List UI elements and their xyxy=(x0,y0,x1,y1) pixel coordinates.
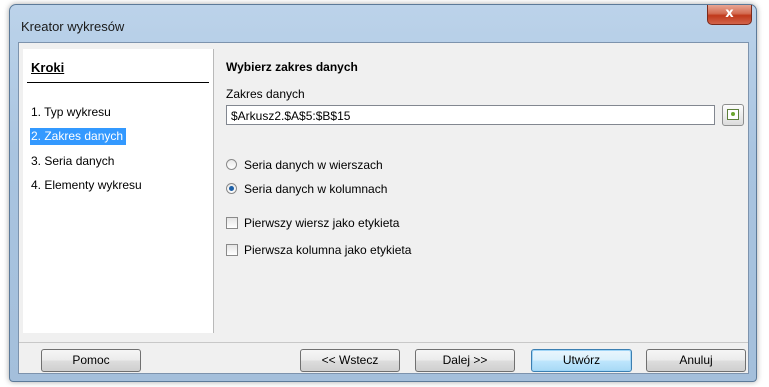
step-data-range[interactable]: 2. Zakres danych xyxy=(30,128,127,145)
select-range-button[interactable] xyxy=(722,104,744,126)
radio-icon xyxy=(226,159,237,170)
help-button[interactable]: Pomoc xyxy=(41,349,141,372)
data-range-label: Zakres danych xyxy=(226,87,305,101)
step-chart-type[interactable]: 1. Typ wykresu xyxy=(31,104,111,121)
series-in-columns-label: Seria danych w kolumnach xyxy=(244,182,388,196)
back-button[interactable]: << Wstecz xyxy=(300,349,400,372)
finish-button[interactable]: Utwórz xyxy=(531,349,632,372)
series-in-rows-label: Seria danych w wierszach xyxy=(244,158,383,172)
title-bar[interactable]: Kreator wykresów x xyxy=(10,5,756,41)
checkbox-icon xyxy=(226,217,238,229)
steps-sidebar: Kroki 1. Typ wykresu 2. Zakres danych 3.… xyxy=(23,49,214,333)
first-row-label-text: Pierwszy wiersz jako etykieta xyxy=(244,216,400,230)
chart-wizard-window: Kreator wykresów x Kroki 1. Typ wykresu … xyxy=(9,4,757,382)
checkbox-icon xyxy=(226,244,238,256)
close-button[interactable]: x xyxy=(707,5,752,25)
select-range-icon xyxy=(727,109,739,120)
step-chart-elements[interactable]: 4. Elementy wykresu xyxy=(31,177,142,194)
next-button[interactable]: Dalej >> xyxy=(415,349,515,372)
panel-title: Wybierz zakres danych xyxy=(226,60,358,74)
window-title: Kreator wykresów xyxy=(21,19,125,34)
data-range-input[interactable]: $Arkusz2.$A$5:$B$15 xyxy=(226,105,715,125)
steps-title: Kroki xyxy=(31,60,65,75)
cancel-button[interactable]: Anuluj xyxy=(646,349,746,372)
dialog-client-area: Kroki 1. Typ wykresu 2. Zakres danych 3.… xyxy=(18,42,749,374)
first-column-label-text: Pierwsza kolumna jako etykieta xyxy=(244,243,412,257)
step-data-series[interactable]: 3. Seria danych xyxy=(31,153,114,170)
button-bar-divider xyxy=(19,342,748,343)
steps-divider xyxy=(27,82,209,83)
radio-checked-icon xyxy=(226,183,237,194)
